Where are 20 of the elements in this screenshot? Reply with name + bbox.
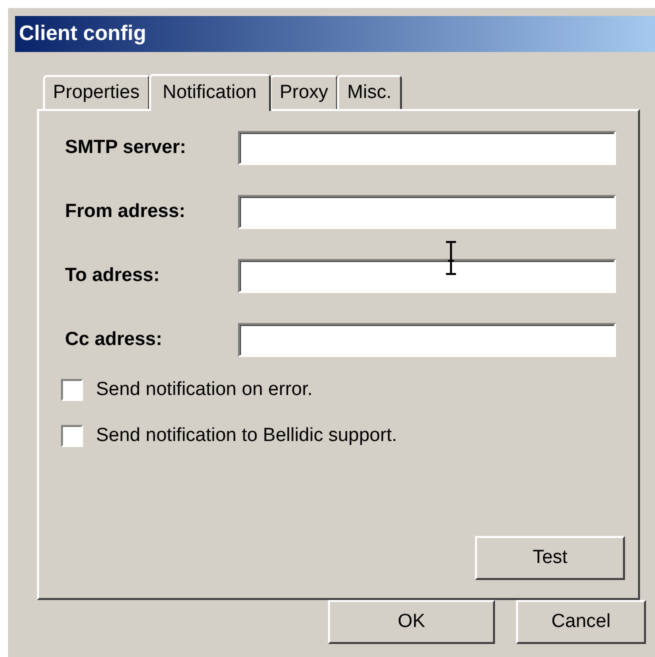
text-cursor-icon [445,241,457,275]
checkbox-label: Send notification on error. [96,379,313,401]
tab[interactable]: Misc. [337,75,402,109]
tab[interactable]: Proxy [270,75,338,109]
checkbox[interactable] [61,425,83,447]
input-field[interactable] [238,131,616,165]
test-button[interactable]: Test [475,536,625,580]
input-field[interactable] [238,195,616,229]
field-label: Cc adress: [65,329,164,351]
input-field[interactable] [238,259,616,293]
window-title: Client config [19,22,146,46]
dialog-button[interactable]: Cancel [516,600,646,644]
field-label: To adress: [65,265,161,287]
field-label: From adress: [65,201,186,223]
tab[interactable]: Notification [148,74,271,111]
checkbox[interactable] [61,379,83,401]
checkbox-label: Send notification to Bellidic support. [96,425,398,447]
dialog-button[interactable]: OK [328,600,495,644]
input-field[interactable] [238,323,616,357]
field-label: SMTP server: [65,137,188,159]
